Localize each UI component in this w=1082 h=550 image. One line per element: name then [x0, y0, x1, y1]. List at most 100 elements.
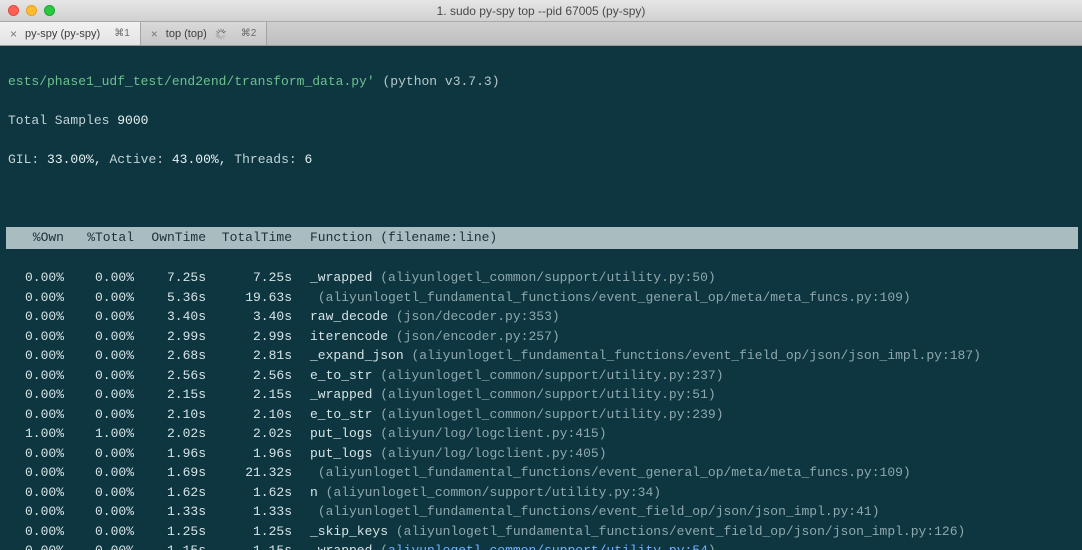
window-title: 1. sudo py-spy top --pid 67005 (py-spy) [437, 4, 646, 18]
tab-bar: ×py-spy (py-spy)⌘1×top (top)⌘2 [0, 22, 1082, 46]
active-value: 43.00% [172, 152, 219, 167]
file-link[interactable]: aliyunlogetl_common/support/utility.py:5… [388, 543, 708, 550]
cell-total: 0.00% [64, 444, 134, 464]
close-tab-icon[interactable]: × [151, 28, 158, 40]
function-name: raw_decode [310, 309, 388, 324]
function-name: n [310, 485, 318, 500]
cell-total: 0.00% [64, 327, 134, 347]
cell-total: 0.00% [64, 522, 134, 542]
samples-value: 9000 [117, 113, 148, 128]
table-row: 1.00%1.00%2.02s2.02sput_logs (aliyun/log… [8, 424, 1074, 444]
file-location: aliyunlogetl_common/support/utility.py:2… [388, 368, 716, 383]
cell-own: 0.00% [8, 541, 64, 550]
cell-own: 0.00% [8, 366, 64, 386]
file-location: aliyunlogetl_common/support/utility.py:5… [388, 387, 708, 402]
file-location: aliyunlogetl_common/support/utility.py:5… [388, 270, 708, 285]
table-row: 0.00%0.00%1.25s1.25s_skip_keys (aliyunlo… [8, 522, 1074, 542]
table-row: 0.00%0.00%1.62s1.62sn (aliyunlogetl_comm… [8, 483, 1074, 503]
cell-total: 0.00% [64, 307, 134, 327]
table-row: 0.00%0.00%2.10s2.10se_to_str (aliyunloge… [8, 405, 1074, 425]
cell-own: 0.00% [8, 522, 64, 542]
col-owntime: OwnTime [134, 228, 206, 248]
close-tab-icon[interactable]: × [10, 28, 17, 40]
function-name: put_logs [310, 426, 372, 441]
cell-own: 0.00% [8, 385, 64, 405]
cell-total: 0.00% [64, 541, 134, 550]
table-row: 0.00%0.00%5.36s19.63s (aliyunlogetl_fund… [8, 288, 1074, 308]
cell-total: 0.00% [64, 366, 134, 386]
cell-own: 0.00% [8, 268, 64, 288]
script-path: ests/phase1_udf_test/end2end/transform_d… [8, 74, 375, 89]
cell-totaltime: 1.33s [206, 502, 292, 522]
file-location: json/decoder.py:353 [404, 309, 552, 324]
cell-own: 0.00% [8, 307, 64, 327]
tab-shortcut: ⌘2 [241, 28, 257, 39]
gil-label: GIL: [8, 152, 39, 167]
cell-own: 0.00% [8, 444, 64, 464]
zoom-window-button[interactable] [44, 5, 55, 16]
samples-label: Total Samples [8, 113, 109, 128]
file-location: aliyunlogetl_common/support/utility.py:2… [388, 407, 716, 422]
cell-owntime: 2.99s [134, 327, 206, 347]
cell-own: 0.00% [8, 483, 64, 503]
cell-owntime: 1.15s [134, 541, 206, 550]
cell-owntime: 2.56s [134, 366, 206, 386]
table-row: 0.00%0.00%3.40s3.40sraw_decode (json/dec… [8, 307, 1074, 327]
table-row: 0.00%0.00%2.68s2.81s_expand_json (aliyun… [8, 346, 1074, 366]
cell-owntime: 3.40s [134, 307, 206, 327]
tab-1[interactable]: × top (top) ⌘2 [141, 22, 268, 45]
table-header-row: %Own%TotalOwnTimeTotalTimeFunction (file… [6, 227, 1078, 249]
cell-totaltime: 3.40s [206, 307, 292, 327]
cell-total: 0.00% [64, 385, 134, 405]
function-name: _wrapped [310, 387, 372, 402]
cell-own: 0.00% [8, 405, 64, 425]
cell-totaltime: 2.15s [206, 385, 292, 405]
active-label: Active: [109, 152, 164, 167]
cell-owntime: 2.68s [134, 346, 206, 366]
cell-totaltime: 1.25s [206, 522, 292, 542]
function-name: put_logs [310, 446, 372, 461]
col-total: %Total [64, 228, 134, 248]
cell-totaltime: 2.81s [206, 346, 292, 366]
cell-totaltime: 21.32s [206, 463, 292, 483]
cell-own: 0.00% [8, 288, 64, 308]
cell-owntime: 2.10s [134, 405, 206, 425]
col-function: Function (filename:line) [310, 230, 497, 245]
cell-own: 0.00% [8, 502, 64, 522]
tab-0[interactable]: ×py-spy (py-spy)⌘1 [0, 22, 141, 45]
cell-total: 0.00% [64, 405, 134, 425]
function-name: e_to_str [310, 368, 372, 383]
cell-total: 0.00% [64, 288, 134, 308]
function-name: iterencode [310, 329, 388, 344]
file-location: json/encoder.py:257 [404, 329, 552, 344]
threads-label: Threads: [234, 152, 296, 167]
window-titlebar: 1. sudo py-spy top --pid 67005 (py-spy) [0, 0, 1082, 22]
file-location: aliyunlogetl_fundamental_functions/event… [326, 504, 872, 519]
col-own: %Own [8, 228, 64, 248]
loading-spinner-icon [215, 28, 227, 40]
minimize-window-button[interactable] [26, 5, 37, 16]
tab-label: top (top) [166, 28, 207, 40]
cell-total: 0.00% [64, 463, 134, 483]
samples-line: Total Samples 9000 [8, 111, 1074, 131]
cell-own: 1.00% [8, 424, 64, 444]
file-location: aliyunlogetl_fundamental_functions/event… [326, 465, 903, 480]
table-row: 0.00%0.00%2.99s2.99siterencode (json/enc… [8, 327, 1074, 347]
stats-line: GIL: 33.00%, Active: 43.00%, Threads: 6 [8, 150, 1074, 170]
cell-totaltime: 1.96s [206, 444, 292, 464]
cell-total: 0.00% [64, 346, 134, 366]
cell-totaltime: 2.10s [206, 405, 292, 425]
cell-totaltime: 1.62s [206, 483, 292, 503]
cell-owntime: 5.36s [134, 288, 206, 308]
cell-owntime: 1.25s [134, 522, 206, 542]
cell-total: 0.00% [64, 483, 134, 503]
file-location: aliyunlogetl_common/support/utility.py:3… [333, 485, 653, 500]
function-name: _skip_keys [310, 524, 388, 539]
cell-totaltime: 2.56s [206, 366, 292, 386]
cell-owntime: 1.33s [134, 502, 206, 522]
close-window-button[interactable] [8, 5, 19, 16]
file-location: aliyunlogetl_fundamental_functions/event… [419, 348, 973, 363]
cell-own: 0.00% [8, 327, 64, 347]
function-name: _wrapped [310, 270, 372, 285]
cell-owntime: 2.15s [134, 385, 206, 405]
